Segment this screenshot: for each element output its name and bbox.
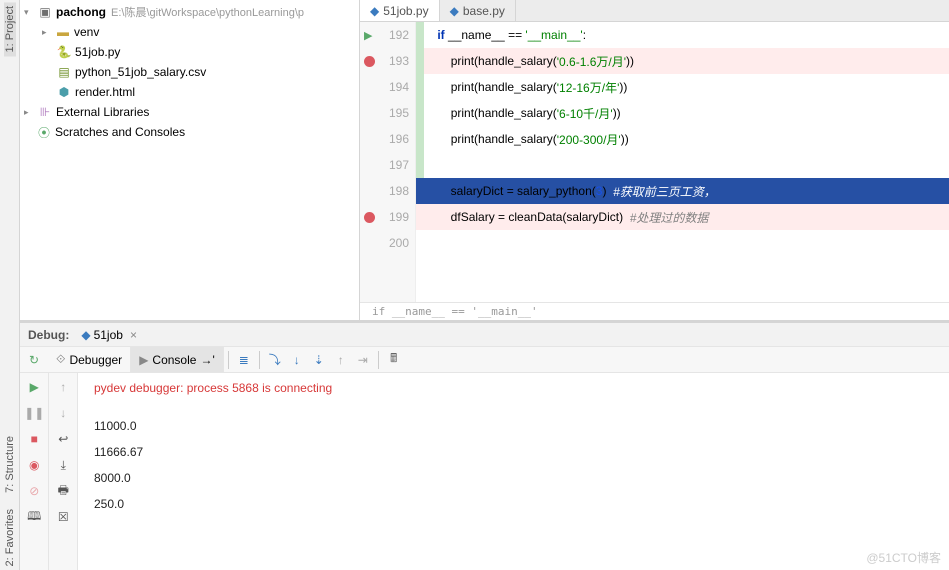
code-line[interactable] <box>416 152 949 178</box>
code-line[interactable]: print(handle_salary('12-16万/年')) <box>416 74 949 100</box>
settings-button[interactable]: 🕮 <box>24 507 44 527</box>
code-line[interactable] <box>416 230 949 256</box>
tree-file-py[interactable]: 🐍 51job.py <box>20 42 359 62</box>
left-tool-strip: 1: Project 7: Structure 2: Favorites <box>0 0 20 570</box>
code-line[interactable]: dfSalary = cleanData(salaryDict) #处理过的数据 <box>416 204 949 230</box>
editor-pane: ◆ 51job.py ◆ base.py 192▶193194195196197… <box>360 0 949 320</box>
up-stack-button[interactable]: ↑ <box>53 377 73 397</box>
favorites-tool-tab[interactable]: 2: Favorites <box>4 505 16 570</box>
scratches-icon: ⦿ <box>36 124 52 140</box>
project-tool-tab[interactable]: 1: Project <box>4 2 16 56</box>
code-line[interactable]: if __name__ == '__main__': <box>416 22 949 48</box>
run-to-cursor-button[interactable]: ⇥ <box>352 349 374 371</box>
watermark: @51CTO博客 <box>866 549 941 566</box>
gutter[interactable]: 192▶193194195196197198199200 <box>360 22 416 302</box>
code-line[interactable]: salaryDict = salary_python(3) #获取前三页工资， <box>416 178 949 204</box>
main-area: ▾ ▣ pachong E:\陈晨\gitWorkspace\pythonLea… <box>20 0 949 570</box>
pause-button[interactable]: ❚❚ <box>24 403 44 423</box>
debug-side-toolbar: ▶ ❚❚ ■ ◉ ⊘ 🕮 ↑ ↓ ↩ ⤓ 🖶 ☒ <box>20 373 78 570</box>
breadcrumb[interactable]: if __name__ == '__main__' <box>360 302 949 320</box>
project-pane: ▾ ▣ pachong E:\陈晨\gitWorkspace\pythonLea… <box>20 0 360 320</box>
tree-scratches[interactable]: ⦿ Scratches and Consoles <box>20 122 359 142</box>
chevron-right-icon[interactable]: ▸ <box>42 27 52 38</box>
python-file-icon: ◆ <box>81 328 90 342</box>
python-file-icon: 🐍 <box>56 44 72 60</box>
soft-wrap-button[interactable]: ↩ <box>53 429 73 449</box>
debugger-tab[interactable]: ⟐ Debugger <box>48 347 131 372</box>
resume-button[interactable]: ▶ <box>24 377 44 397</box>
code-line[interactable]: print(handle_salary('200-300/月')) <box>416 126 949 152</box>
console-line: 11000.0 <box>94 413 933 439</box>
evaluate-button[interactable]: 🖩 <box>383 349 405 371</box>
library-icon: ⊪ <box>37 104 53 120</box>
rerun-button[interactable]: ↻ <box>20 350 48 370</box>
folder-icon: ▣ <box>37 4 53 20</box>
debug-header: Debug: ◆ 51job × <box>20 323 949 347</box>
chevron-right-icon[interactable]: ▸ <box>24 107 34 118</box>
debugger-icon: ⟐ <box>56 352 65 367</box>
code-line[interactable]: print(handle_salary('0.6-1.6万/月')) <box>416 48 949 74</box>
console-icon: ▶ <box>139 353 148 367</box>
tree-external-libs[interactable]: ▸ ⊪ External Libraries <box>20 102 359 122</box>
step-over-button[interactable]: ⤵ <box>264 349 286 371</box>
console-tab[interactable]: ▶ Console →' <box>131 347 224 372</box>
editor-tab-bar: ◆ 51job.py ◆ base.py <box>360 0 949 22</box>
tree-file-csv[interactable]: ▤ python_51job_salary.csv <box>20 62 359 82</box>
html-file-icon: ⬢ <box>56 84 72 100</box>
mute-breakpoints-button[interactable]: ⊘ <box>24 481 44 501</box>
stop-button[interactable]: ■ <box>24 429 44 449</box>
python-file-icon: ◆ <box>370 4 379 18</box>
print-button[interactable]: 🖶 <box>53 481 73 501</box>
tree-venv[interactable]: ▸ ▬ venv <box>20 22 359 42</box>
tree-file-html[interactable]: ⬢ render.html <box>20 82 359 102</box>
console-line: 8000.0 <box>94 465 933 491</box>
tree-root[interactable]: ▾ ▣ pachong E:\陈晨\gitWorkspace\pythonLea… <box>20 2 359 22</box>
debug-toolbar: ↻ ⟐ Debugger ▶ Console →' ≣ ⤵ ↓ ⇣ ↑ ⇥ 🖩 <box>20 347 949 373</box>
force-step-into-button[interactable]: ⇣ <box>308 349 330 371</box>
folder-icon: ▬ <box>55 24 71 40</box>
scroll-end-button[interactable]: ⤓ <box>53 455 73 475</box>
debug-run-tab[interactable]: ◆ 51job × <box>75 328 143 342</box>
debug-label: Debug: <box>28 328 69 342</box>
structure-tool-tab[interactable]: 7: Structure <box>4 432 16 497</box>
console-line: 11666.67 <box>94 439 933 465</box>
editor-tab[interactable]: ◆ 51job.py <box>360 0 440 21</box>
clear-button[interactable]: ☒ <box>53 507 73 527</box>
console-line: 250.0 <box>94 491 933 517</box>
editor-tab[interactable]: ◆ base.py <box>440 0 516 21</box>
project-tree[interactable]: ▾ ▣ pachong E:\陈晨\gitWorkspace\pythonLea… <box>20 0 359 320</box>
view-breakpoints-button[interactable]: ◉ <box>24 455 44 475</box>
step-into-button[interactable]: ↓ <box>286 349 308 371</box>
debug-panel: Debug: ◆ 51job × ↻ ⟐ Debugger ▶ Console … <box>20 320 949 570</box>
run-gutter-icon[interactable]: ▶ <box>364 29 372 42</box>
show-frames-button[interactable]: ≣ <box>233 349 255 371</box>
code-editor[interactable]: 192▶193194195196197198199200 if __name__… <box>360 22 949 302</box>
console-output[interactable]: pydev debugger: process 5868 is connecti… <box>78 373 949 570</box>
step-out-button[interactable]: ↑ <box>330 349 352 371</box>
breakpoint-icon[interactable] <box>364 56 375 67</box>
down-stack-button[interactable]: ↓ <box>53 403 73 423</box>
close-icon[interactable]: × <box>130 328 137 342</box>
python-file-icon: ◆ <box>450 4 459 18</box>
breakpoint-icon[interactable] <box>364 212 375 223</box>
debugger-message: pydev debugger: process 5868 is connecti… <box>94 381 933 395</box>
csv-file-icon: ▤ <box>56 64 72 80</box>
chevron-down-icon[interactable]: ▾ <box>24 7 34 18</box>
code-line[interactable]: print(handle_salary('6-10千/月')) <box>416 100 949 126</box>
